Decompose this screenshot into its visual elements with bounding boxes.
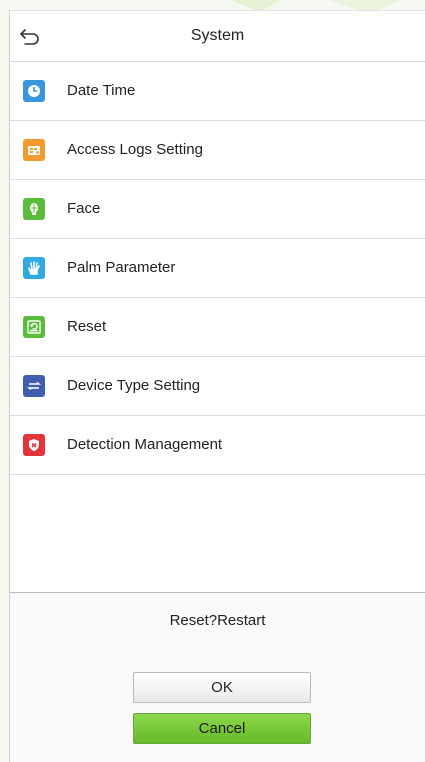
menu-item-device-type-setting[interactable]: Device Type Setting	[10, 357, 425, 416]
menu-item-detection-management[interactable]: Detection Management	[10, 416, 425, 475]
confirm-dialog: Reset?Restart OK Cancel	[10, 592, 425, 762]
cancel-button[interactable]: Cancel	[133, 713, 311, 744]
palm-icon	[23, 257, 45, 279]
menu-item-access-logs-setting[interactable]: Access Logs Setting	[10, 121, 425, 180]
menu-item-date-time[interactable]: Date Time	[10, 62, 425, 121]
header-bar: System	[10, 11, 425, 62]
menu-item-label: Reset	[67, 318, 107, 335]
device-screen: System Date Time Access Logs Setting Fac…	[9, 10, 425, 762]
menu-item-face[interactable]: Face	[10, 180, 425, 239]
menu-item-label: Palm Parameter	[67, 259, 176, 276]
system-menu: Date Time Access Logs Setting Face Palm …	[10, 62, 425, 475]
menu-item-reset[interactable]: Reset	[10, 298, 425, 357]
menu-item-label: Date Time	[67, 82, 136, 99]
menu-item-label: Device Type Setting	[67, 377, 201, 394]
page-title: System	[190, 27, 245, 44]
menu-item-label: Detection Management	[67, 436, 223, 453]
clock-icon	[23, 80, 45, 102]
menu-item-palm-parameter[interactable]: Palm Parameter	[10, 239, 425, 298]
shield-icon	[23, 434, 45, 456]
menu-item-label: Face	[67, 200, 101, 217]
menu-item-label: Access Logs Setting	[67, 141, 203, 158]
face-icon	[23, 198, 45, 220]
dialog-message: Reset?Restart	[169, 612, 266, 629]
log-icon	[23, 139, 45, 161]
ok-button[interactable]: OK	[133, 672, 311, 703]
reset-icon	[23, 316, 45, 338]
swap-icon	[23, 375, 45, 397]
